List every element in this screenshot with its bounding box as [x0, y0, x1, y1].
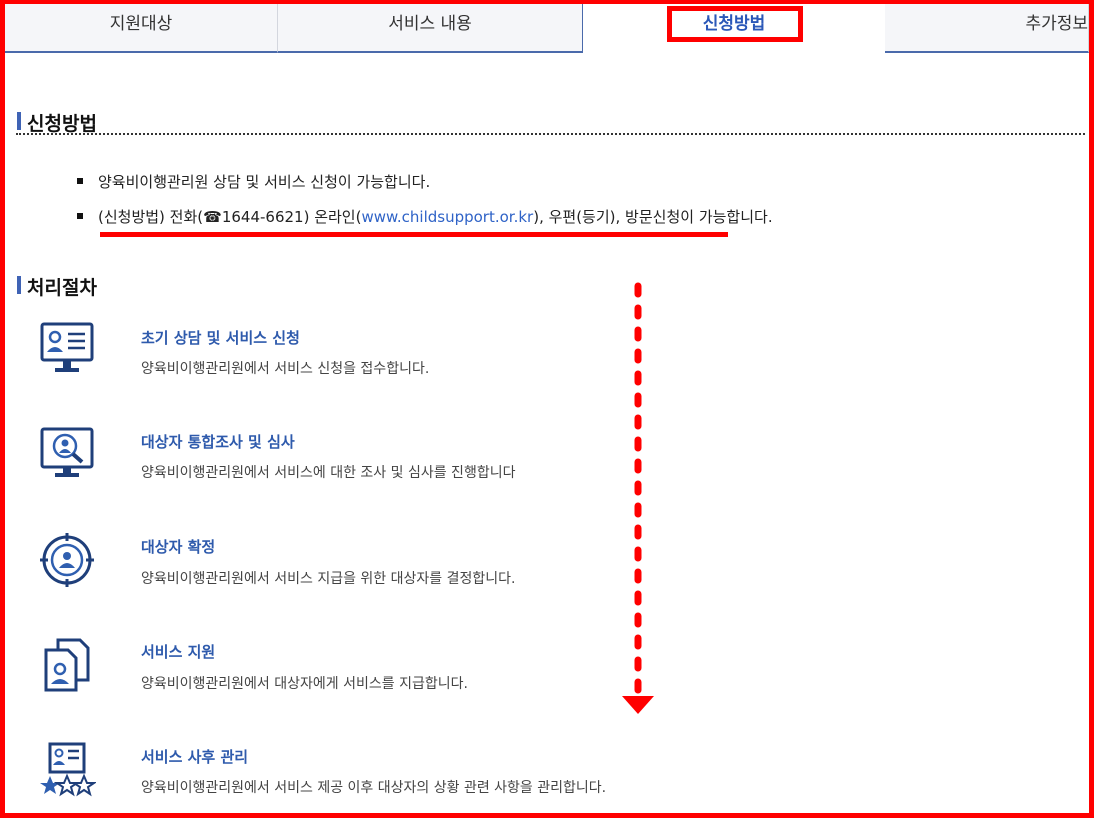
bullet-item-2: (신청방법) 전화(☎1644-6621) 온라인(www.childsuppo…	[77, 206, 773, 227]
divider	[16, 133, 1085, 135]
profile-monitor-icon	[40, 322, 94, 372]
section-title-apply: 신청방법	[17, 109, 97, 136]
step-5-desc: 양육비이행관리원에서 서비스 제공 이후 대상자의 상황 관련 사항을 관리합니…	[141, 780, 607, 796]
website-link[interactable]: www.childsupport.or.kr	[361, 208, 533, 226]
magnifier-monitor-icon	[40, 427, 94, 477]
bullet-item-2-text: (신청방법) 전화(☎1644-6621) 온라인(www.childsuppo…	[98, 208, 773, 226]
apply-method-suffix: ), 우편(등기), 방문신청이 가능합니다.	[533, 208, 773, 226]
step-4-desc: 양육비이행관리원에서 대상자에게 서비스를 지급합니다.	[141, 676, 468, 692]
red-highlight-frame	[0, 0, 1094, 818]
step-3-desc: 양육비이행관리원에서 서비스 지급을 위한 대상자를 결정합니다.	[141, 571, 516, 587]
step-2-desc: 양육비이행관리원에서 서비스에 대한 조사 및 심사를 진행합니다	[141, 465, 516, 481]
step-1-desc: 양육비이행관리원에서 서비스 신청을 접수합니다.	[141, 361, 430, 377]
target-user-icon	[40, 533, 94, 587]
rating-stars-icon	[40, 742, 96, 797]
step-1-title: 초기 상담 및 서비스 신청	[141, 329, 300, 347]
apply-method-mid: ) 온라인(	[303, 208, 362, 226]
step-5-title: 서비스 사후 관리	[141, 748, 249, 766]
apply-method-prefix: (신청방법) 전화(	[98, 208, 204, 226]
phone-number: 1644-6621	[221, 208, 304, 226]
bullet-item-1: 양육비이행관리원 상담 및 서비스 신청이 가능합니다.	[76, 171, 430, 192]
bullet-item-1-text: 양육비이행관리원 상담 및 서비스 신청이 가능합니다.	[98, 173, 431, 191]
red-underline-highlight	[100, 232, 728, 237]
tab-additional-info-label: 추가정보	[1025, 14, 1088, 34]
tab-bar: 지원대상 서비스 내용 신청방법 추가정보	[5, 4, 1089, 54]
tab-service-content[interactable]: 서비스 내용	[278, 4, 583, 53]
phone-icon: ☎	[203, 208, 222, 226]
tab-eligibility[interactable]: 지원대상	[5, 4, 278, 53]
tab-additional-info[interactable]: 추가정보	[885, 4, 1089, 53]
documents-user-icon	[44, 638, 90, 692]
step-3-title: 대상자 확정	[141, 538, 216, 556]
red-dashed-arrow	[622, 282, 654, 714]
active-tab-highlight	[667, 6, 803, 42]
section-title-process: 처리절차	[17, 273, 97, 300]
step-4-title: 서비스 지원	[141, 643, 216, 661]
step-2-title: 대상자 통합조사 및 심사	[141, 433, 295, 451]
